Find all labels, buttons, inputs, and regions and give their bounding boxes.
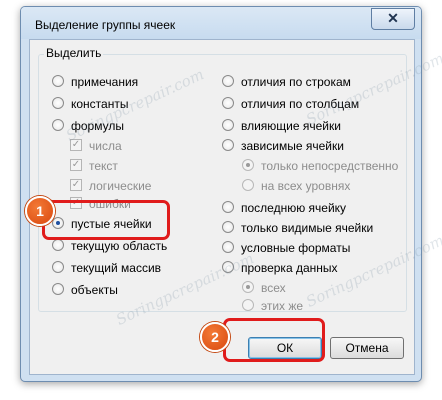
radio-icon[interactable]	[222, 75, 234, 87]
option-label: формулы	[71, 119, 124, 133]
radio-icon[interactable]	[52, 283, 64, 295]
step-badge-2: 2	[200, 322, 230, 352]
option-label: только видимые ячейки	[241, 221, 374, 235]
checkbox-label: логические	[89, 179, 152, 193]
highlight-blank-cells	[42, 200, 170, 240]
option-label: отличия по строкам	[241, 75, 351, 89]
radio-icon[interactable]	[222, 97, 234, 109]
checkmark-icon[interactable]: ✓	[70, 159, 82, 171]
option-label: константы	[71, 97, 129, 111]
close-icon: ✕	[387, 10, 399, 26]
dialog-title: Выделение группы ячеек	[35, 18, 176, 32]
checkbox-label: числа	[89, 139, 122, 153]
option-label: текущий массив	[71, 261, 162, 275]
option-label: последнюю ячейку	[241, 201, 347, 215]
radio-icon[interactable]	[222, 261, 234, 273]
title-bar: Выделение группы ячеек ✕	[21, 7, 421, 39]
option-label: всех	[261, 281, 286, 295]
option-label: примечания	[71, 75, 139, 89]
checkmark-icon[interactable]: ✓	[70, 139, 82, 151]
option-label: зависимые ячейки	[241, 139, 344, 153]
radio-icon[interactable]	[222, 139, 234, 151]
radio-icon[interactable]	[222, 119, 234, 131]
radio-icon[interactable]	[242, 299, 254, 311]
option-label: проверка данных	[241, 261, 338, 275]
radio-icon[interactable]	[52, 75, 64, 87]
option-label: объекты	[71, 283, 118, 297]
radio-icon[interactable]	[222, 221, 234, 233]
radio-selected-icon[interactable]	[242, 281, 254, 293]
radio-icon[interactable]	[222, 201, 234, 213]
option-label: отличия по столбцам	[241, 97, 360, 111]
option-label: только непосредственно	[261, 159, 399, 173]
radio-icon[interactable]	[52, 239, 64, 251]
radio-icon[interactable]	[52, 261, 64, 273]
radio-icon[interactable]	[242, 179, 254, 191]
option-label: условные форматы	[241, 241, 351, 255]
step-badge-1: 1	[25, 196, 55, 226]
cancel-button[interactable]: Отмена	[330, 337, 404, 359]
option-label: влияющие ячейки	[241, 119, 341, 133]
radio-icon[interactable]	[52, 97, 64, 109]
option-label: текущую область	[71, 239, 168, 253]
radio-icon[interactable]	[222, 241, 234, 253]
radio-selected-icon[interactable]	[242, 159, 254, 171]
option-label: этих же	[261, 299, 304, 313]
highlight-ok-button	[223, 318, 325, 362]
close-button[interactable]: ✕	[371, 8, 415, 30]
checkmark-icon[interactable]: ✓	[70, 179, 82, 191]
option-label: на всех уровнях	[261, 179, 351, 193]
checkbox-label: текст	[89, 159, 118, 173]
group-label: Выделить	[44, 46, 104, 60]
radio-icon[interactable]	[52, 119, 64, 131]
